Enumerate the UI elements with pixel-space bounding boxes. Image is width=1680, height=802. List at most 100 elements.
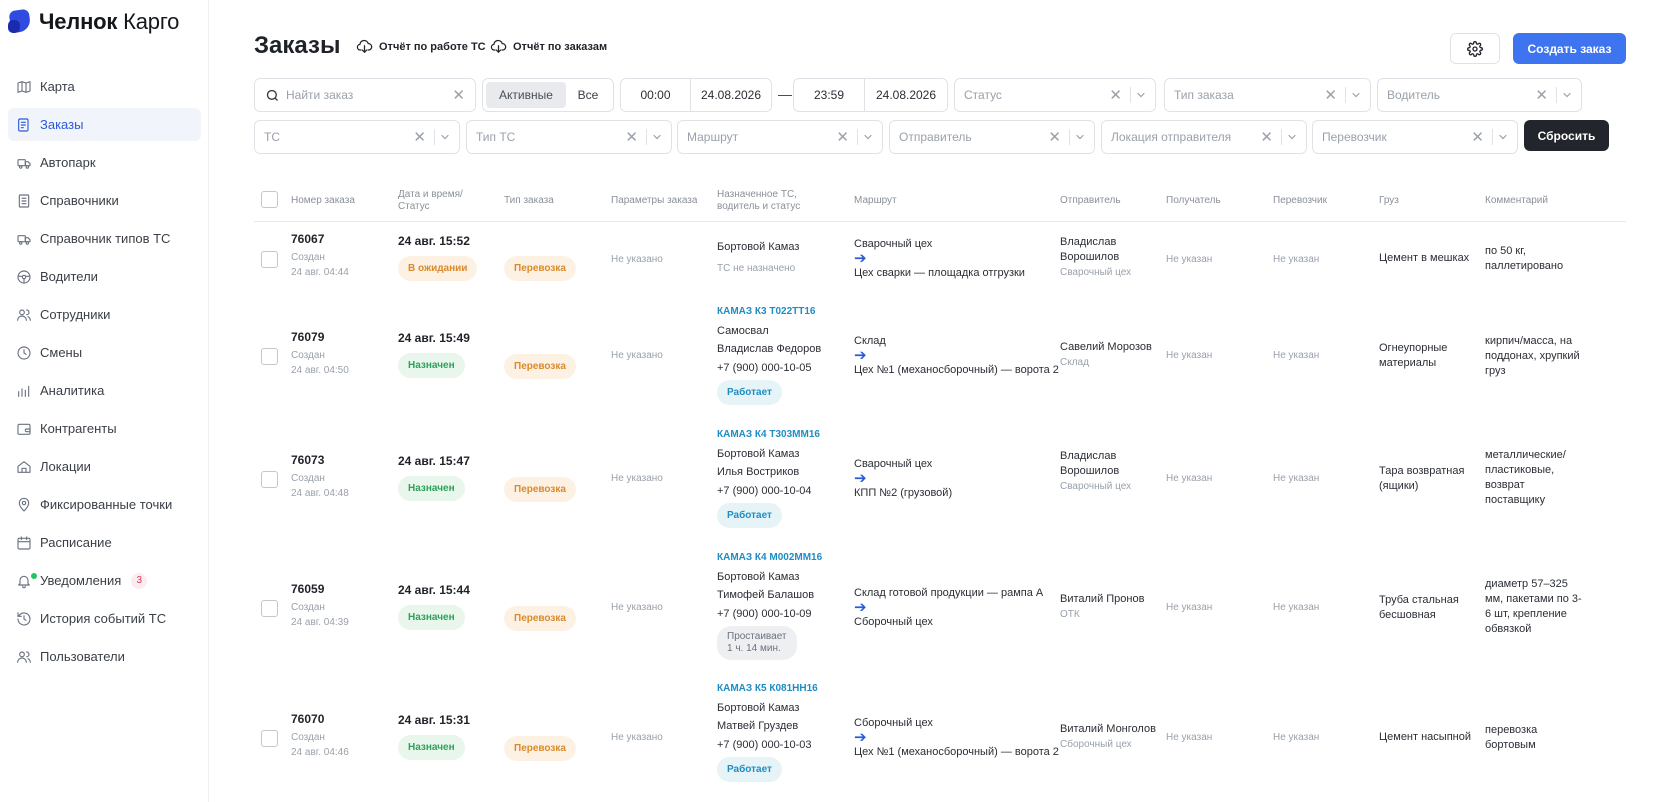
time-to[interactable]: 23:59	[794, 79, 865, 111]
filter-sender-location[interactable]: Локация отправителя ✕	[1101, 120, 1307, 154]
col-type[interactable]: Тип заказа	[504, 195, 554, 207]
date-from-field[interactable]: 00:00 24.08.2026	[620, 78, 772, 112]
sidebar-item-label: Справочник типов ТС	[40, 231, 171, 246]
vehicle-link[interactable]: КАМАЗ К3 Т022ТТ16	[717, 303, 821, 322]
sidebar-item[interactable]: Справочники	[8, 184, 201, 217]
row-checkbox[interactable]	[261, 730, 278, 747]
filter-sender[interactable]: Отправитель ✕	[889, 120, 1095, 154]
order-number: 76067	[291, 232, 325, 246]
col-params[interactable]: Параметры заказа	[611, 195, 697, 207]
vehicle-link[interactable]: КАМАЗ К5 К081НН16	[717, 680, 818, 699]
reset-button[interactable]: Сбросить	[1524, 120, 1609, 151]
order-cell: 76070 Создан 24 авг. 04:46	[291, 712, 349, 758]
filter-carrier[interactable]: Перевозчик ✕	[1312, 120, 1518, 154]
clear-icon[interactable]: ✕	[836, 128, 849, 146]
chevron-down-icon	[1499, 134, 1507, 140]
sidebar-item-label: Автопарк	[40, 155, 96, 170]
clear-search-icon[interactable]: ✕	[452, 86, 465, 104]
comment-cell: по 50 кг, паллетировано	[1485, 245, 1564, 272]
filter-status[interactable]: Статус ✕	[954, 78, 1156, 112]
report-vehicles-button[interactable]: Отчёт по работе ТС	[356, 38, 486, 55]
time-from[interactable]: 00:00	[621, 79, 691, 111]
row-checkbox[interactable]	[261, 251, 278, 268]
sidebar-item-label: Справочники	[40, 193, 119, 208]
clear-icon[interactable]: ✕	[413, 128, 426, 146]
clear-icon[interactable]: ✕	[1048, 128, 1061, 146]
sidebar-item[interactable]: Карта	[8, 70, 201, 103]
assigned-cell: КАМАЗ К5 К081НН16 Бортовой Камаз Матвей …	[717, 680, 818, 782]
filter-vehicle[interactable]: ТС ✕	[254, 120, 460, 154]
cloud-download-icon	[490, 39, 507, 53]
col-carrier[interactable]: Перевозчик	[1273, 195, 1327, 207]
sidebar-item-label: Смены	[40, 345, 83, 360]
sidebar-item[interactable]: Смены	[8, 336, 201, 369]
col-receiver[interactable]: Получатель	[1166, 195, 1221, 207]
col-sender[interactable]: Отправитель	[1060, 195, 1121, 207]
logo[interactable]: Челнок Карго	[8, 8, 179, 36]
vehicle-link[interactable]: КАМАЗ К4 М002ММ16	[717, 549, 822, 568]
filter-placeholder: Статус	[964, 88, 1002, 102]
order-cell: 76079 Создан 24 авг. 04:50	[291, 330, 349, 376]
sidebar-item[interactable]: Заказы	[8, 108, 201, 141]
clear-icon[interactable]: ✕	[1109, 86, 1122, 104]
clear-icon[interactable]: ✕	[1471, 128, 1484, 146]
settings-button[interactable]	[1450, 33, 1500, 64]
logo-icon	[8, 8, 32, 35]
date-from[interactable]: 24.08.2026	[691, 79, 771, 111]
clear-icon[interactable]: ✕	[1260, 128, 1273, 146]
vehicle-link[interactable]: КАМАЗ К4 Т303ММ16	[717, 426, 820, 445]
report-orders-button[interactable]: Отчёт по заказам	[490, 38, 607, 55]
carrier-value: Не указан	[1273, 732, 1320, 743]
sidebar-item[interactable]: Пользователи	[8, 640, 201, 673]
carrier-value: Не указан	[1273, 473, 1320, 484]
col-datetime[interactable]: Дата и время/Статус	[398, 189, 463, 213]
select-all-checkbox[interactable]	[261, 191, 278, 208]
filter-route[interactable]: Маршрут ✕	[677, 120, 883, 154]
sidebar-item-label: Контрагенты	[40, 421, 117, 436]
segment-active[interactable]: Активные	[486, 82, 566, 108]
segment-all[interactable]: Все	[566, 82, 610, 108]
sidebar-item[interactable]: Контрагенты	[8, 412, 201, 445]
row-checkbox[interactable]	[261, 471, 278, 488]
clear-icon[interactable]: ✕	[625, 128, 638, 146]
sidebar-item[interactable]: Расписание	[8, 526, 201, 559]
clear-icon[interactable]: ✕	[1324, 86, 1337, 104]
date-to-field[interactable]: 23:59 24.08.2026	[793, 78, 948, 112]
sender-cell: Савелий Морозов Склад	[1060, 341, 1152, 368]
route-cell: Сборочный цех ➔ Цех №1 (механосборочный)…	[854, 717, 1059, 758]
chevron-down-icon	[1352, 92, 1360, 98]
sidebar-item[interactable]: Сотрудники	[8, 298, 201, 331]
arrow-right-icon: ➔	[854, 470, 867, 487]
bell-icon	[16, 573, 32, 589]
search-field[interactable]: Найти заказ ✕	[254, 78, 476, 112]
sidebar-item-label: Локации	[40, 459, 91, 474]
clear-icon[interactable]: ✕	[1535, 86, 1548, 104]
status-badge: Назначен	[398, 476, 465, 501]
col-route[interactable]: Маршрут	[854, 195, 897, 207]
sidebar-item[interactable]: Водители	[8, 260, 201, 293]
status-badge: В ожидании	[398, 256, 478, 281]
params-value: Не указано	[611, 350, 663, 361]
sidebar-item[interactable]: Уведомления 3	[8, 564, 201, 597]
sidebar-item-label: Фиксированные точки	[40, 497, 173, 512]
col-cargo[interactable]: Груз	[1379, 195, 1399, 207]
date-to[interactable]: 24.08.2026	[865, 79, 947, 111]
created-label: Создан	[291, 252, 325, 263]
create-order-button[interactable]: Создать заказ	[1513, 33, 1626, 64]
col-comment[interactable]: Комментарий	[1485, 195, 1548, 207]
filter-vehicle-type[interactable]: Тип ТС ✕	[466, 120, 672, 154]
sidebar-item[interactable]: Аналитика	[8, 374, 201, 407]
sidebar-item[interactable]: Фиксированные точки	[8, 488, 201, 521]
filter-driver[interactable]: Водитель ✕	[1377, 78, 1582, 112]
sidebar-item[interactable]: Автопарк	[8, 146, 201, 179]
sidebar-item[interactable]: История событий ТС	[8, 602, 201, 635]
date-range-dash: —	[778, 86, 792, 102]
row-checkbox[interactable]	[261, 348, 278, 365]
row-checkbox[interactable]	[261, 600, 278, 617]
col-number[interactable]: Номер заказа	[291, 195, 355, 207]
sidebar-item[interactable]: Локации	[8, 450, 201, 483]
col-assigned[interactable]: Назначенное ТС, водитель и статус	[717, 189, 800, 213]
type-badge: Перевозка	[504, 256, 576, 281]
filter-order-type[interactable]: Тип заказа ✕	[1164, 78, 1371, 112]
sidebar-item[interactable]: Справочник типов ТС	[8, 222, 201, 255]
